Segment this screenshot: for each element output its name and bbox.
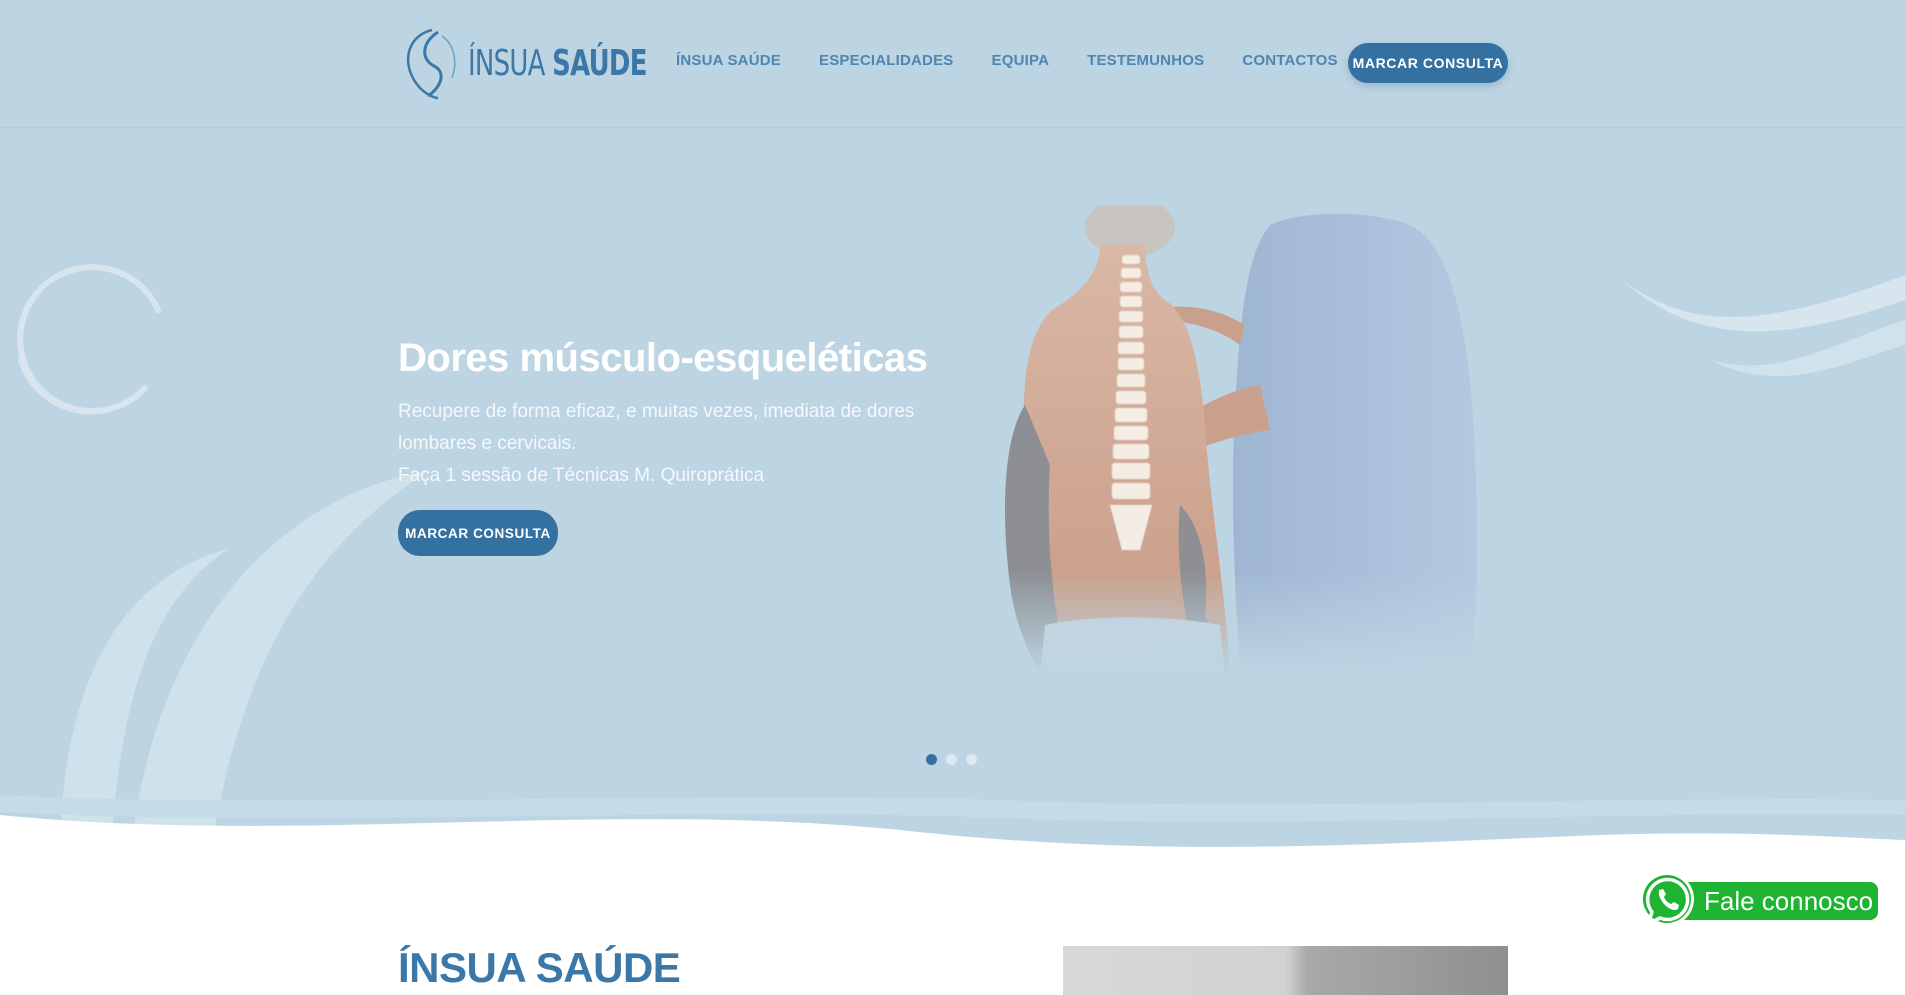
slider-dot-3[interactable] [966, 754, 977, 765]
nav-item-insua-saude[interactable]: ÍNSUA SAÚDE [676, 52, 781, 69]
logo[interactable]: ÍNSUA SAÚDE [398, 26, 716, 100]
slider-dot-2[interactable] [946, 754, 957, 765]
wave-right-1 [1622, 275, 1905, 332]
logo-text: ÍNSUA SAÚDE [468, 43, 647, 84]
ring-decoration [17, 264, 161, 415]
hero-marcar-consulta-button[interactable]: MARCAR CONSULTA [398, 510, 558, 556]
slider-dots [926, 754, 986, 765]
hero-image [970, 205, 1510, 675]
logo-text-bold: SAÚDE [552, 42, 647, 84]
nav-item-especialidades[interactable]: ESPECIALIDADES [819, 52, 954, 69]
header-marcar-consulta-button[interactable]: MARCAR CONSULTA [1348, 43, 1508, 83]
hero-desc-line: Faça 1 sessão de Técnicas M. Quiroprátic… [398, 465, 765, 486]
site-header: ÍNSUA SAÚDE ÍNSUA SAÚDE ESPECIALIDADES E… [0, 0, 1905, 128]
hero-desc-line: lombares e cervicais. [398, 433, 577, 454]
nav-item-testemunhos[interactable]: TESTEMUNHOS [1087, 52, 1204, 69]
nav-item-equipa[interactable]: EQUIPA [992, 52, 1050, 69]
logo-mark-icon [406, 28, 456, 100]
whatsapp-button[interactable]: Fale connosco [1638, 870, 1878, 930]
main-nav: ÍNSUA SAÚDE ESPECIALIDADES EQUIPA TESTEM… [676, 52, 1376, 69]
hero-wave-band [0, 795, 1905, 822]
hero-title: Dores músculo-esqueléticas [398, 336, 928, 380]
hero-bottom-wave [0, 815, 1905, 860]
hero-section: ÍNSUA SAÚDE ÍNSUA SAÚDE ESPECIALIDADES E… [0, 0, 1905, 860]
whatsapp-label: Fale connosco [1704, 886, 1874, 916]
hero-decoration [0, 264, 1905, 860]
logo-text-light: ÍNSUA [468, 42, 545, 84]
section-image [1063, 946, 1508, 995]
whatsapp-icon [1640, 872, 1694, 926]
slider-dot-1[interactable] [926, 754, 937, 765]
nav-item-contactos[interactable]: CONTACTOS [1242, 52, 1337, 69]
section-title: ÍNSUA SAÚDE [398, 944, 681, 991]
hero-desc-line: Recupere de forma eficaz, e muitas vezes… [398, 401, 915, 422]
hero-description: Recupere de forma eficaz, e muitas vezes… [398, 396, 918, 492]
